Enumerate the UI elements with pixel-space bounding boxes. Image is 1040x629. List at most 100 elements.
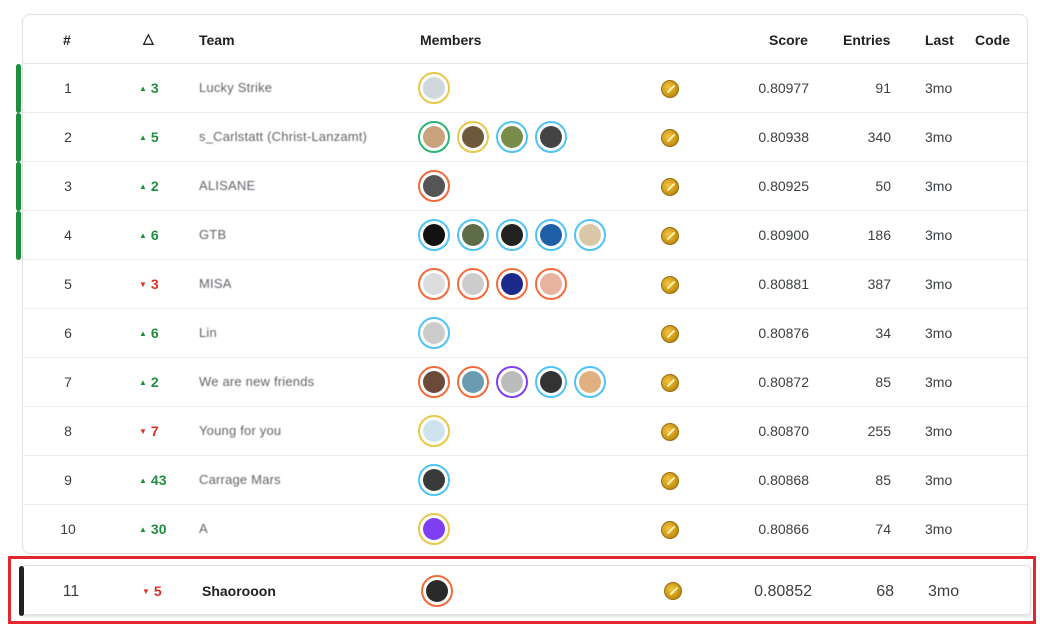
member-avatar[interactable] (418, 317, 450, 349)
rank: 10 (60, 521, 76, 537)
leaderboard-table: # △ Team Members Score Entries Last Code… (16, 14, 1029, 554)
team-name[interactable]: Carrage Mars (199, 472, 281, 487)
member-avatar[interactable] (457, 366, 489, 398)
member-avatar[interactable] (457, 121, 489, 153)
team-name[interactable]: A (199, 521, 208, 536)
entries: 34 (875, 325, 891, 341)
rank-delta-value: 30 (150, 521, 167, 537)
team-name[interactable]: Lucky Strike (199, 80, 272, 95)
team-name[interactable]: Lin (199, 325, 217, 340)
triangle-up-icon: ▲ (139, 231, 147, 240)
members (418, 366, 606, 400)
members (418, 170, 450, 204)
member-avatar[interactable] (535, 121, 567, 153)
last-submission: 3mo (925, 276, 953, 292)
member-avatar[interactable] (496, 366, 528, 398)
triangle-up-icon: ▲ (139, 84, 147, 93)
triangle-up-icon: ▲ (139, 525, 147, 534)
entries: 50 (875, 178, 891, 194)
rank-delta: ▲ 43 (139, 472, 167, 488)
member-avatar[interactable] (574, 366, 606, 398)
team-name[interactable]: Young for you (199, 423, 281, 438)
member-avatar[interactable] (418, 415, 450, 447)
member-avatar[interactable] (457, 268, 489, 300)
entries: 74 (875, 521, 891, 537)
members (418, 513, 450, 547)
member-avatar[interactable] (535, 268, 567, 300)
header-score[interactable]: Score (769, 32, 808, 48)
score: 0.80900 (758, 227, 809, 243)
team-name[interactable]: ALISANE (199, 178, 255, 193)
leaderboard-row[interactable]: 8 ▼ 7 Young for you 0.80870 255 3mo (23, 407, 1029, 456)
member-avatar[interactable] (418, 513, 450, 545)
triangle-up-icon: ▲ (139, 476, 147, 485)
members (418, 415, 450, 449)
member-avatar[interactable] (418, 464, 450, 496)
leaderboard-row[interactable]: 4 ▲ 6 GTB 0.80900 186 3mo (16, 211, 1029, 260)
entries: 387 (867, 276, 891, 292)
header-rank[interactable]: # (63, 32, 71, 48)
medal-zone-marker (16, 64, 21, 113)
own-team-row[interactable]: 11 ▼ 5 Shaorooon 0.80852 68 3mo (19, 565, 1031, 616)
members (418, 317, 450, 351)
leaderboard-row[interactable]: 5 ▼ 3 MISA 0.80881 387 3mo (23, 260, 1029, 309)
triangle-up-icon: ▲ (139, 329, 147, 338)
last-submission: 3mo (925, 178, 953, 194)
rank-delta: ▲ 6 (139, 227, 159, 243)
leaderboard-row[interactable]: 9 ▲ 43 Carrage Mars 0.80868 85 3mo (23, 456, 1029, 505)
score: 0.80876 (758, 325, 809, 341)
leaderboard-header: # △ Team Members Score Entries Last Code (23, 15, 1029, 64)
member-avatar[interactable] (535, 366, 567, 398)
header-last[interactable]: Last (925, 32, 954, 48)
leaderboard-row[interactable]: 6 ▲ 6 Lin 0.80876 34 3mo (23, 309, 1029, 358)
header-entries[interactable]: Entries (843, 32, 890, 48)
header-delta[interactable]: △ (143, 30, 154, 47)
members (418, 219, 606, 253)
own-team-marker (19, 566, 24, 616)
rank-delta-value: 43 (150, 472, 167, 488)
rank-delta-value: 5 (153, 583, 162, 599)
member-avatar[interactable] (574, 219, 606, 251)
medal-zone-marker (16, 211, 21, 260)
member-avatar[interactable] (496, 219, 528, 251)
last-submission: 3mo (928, 583, 960, 600)
members (418, 464, 450, 498)
last-submission: 3mo (925, 80, 953, 96)
rank-delta: ▼ 7 (139, 423, 159, 439)
leaderboard-row[interactable]: 10 ▲ 30 A 0.80866 74 3mo (23, 505, 1029, 554)
rank-delta: ▲ 30 (139, 521, 167, 537)
member-avatar[interactable] (496, 121, 528, 153)
member-avatar[interactable] (418, 268, 450, 300)
member-avatar[interactable] (457, 219, 489, 251)
gold-medal-icon (664, 582, 682, 600)
entries: 85 (875, 374, 891, 390)
team-name[interactable]: Shaorooon (202, 583, 276, 599)
team-name[interactable]: s_Carlstatt (Christ-Lanzamt) (199, 129, 367, 144)
member-avatar[interactable] (418, 170, 450, 202)
gold-medal-icon (661, 227, 679, 245)
gold-medal-icon (661, 472, 679, 490)
member-avatar[interactable] (418, 366, 450, 398)
leaderboard-row[interactable]: 3 ▲ 2 ALISANE 0.80925 50 3mo (16, 162, 1029, 211)
leaderboard-row[interactable]: 1 ▲ 3 Lucky Strike 0.80977 91 3mo (16, 64, 1029, 113)
gold-medal-icon (661, 325, 679, 343)
gold-medal-icon (661, 80, 679, 98)
leaderboard-row[interactable]: 7 ▲ 2 We are new friends 0.80872 85 3mo (23, 358, 1029, 407)
team-name[interactable]: We are new friends (199, 374, 314, 389)
member-avatar[interactable] (535, 219, 567, 251)
rank: 9 (64, 472, 72, 488)
header-team[interactable]: Team (199, 32, 235, 48)
member-avatar[interactable] (421, 575, 453, 607)
member-avatar[interactable] (418, 219, 450, 251)
team-name[interactable]: GTB (199, 227, 226, 242)
member-avatar[interactable] (418, 72, 450, 104)
leaderboard-row[interactable]: 2 ▲ 5 s_Carlstatt (Christ-Lanzamt) 0.80938 34… (16, 113, 1029, 162)
gold-medal-icon (661, 276, 679, 294)
team-name[interactable]: MISA (199, 276, 232, 291)
member-avatar[interactable] (418, 121, 450, 153)
entries: 186 (867, 227, 891, 243)
members (418, 268, 567, 302)
rank: 3 (64, 178, 72, 194)
last-submission: 3mo (925, 521, 953, 537)
member-avatar[interactable] (496, 268, 528, 300)
